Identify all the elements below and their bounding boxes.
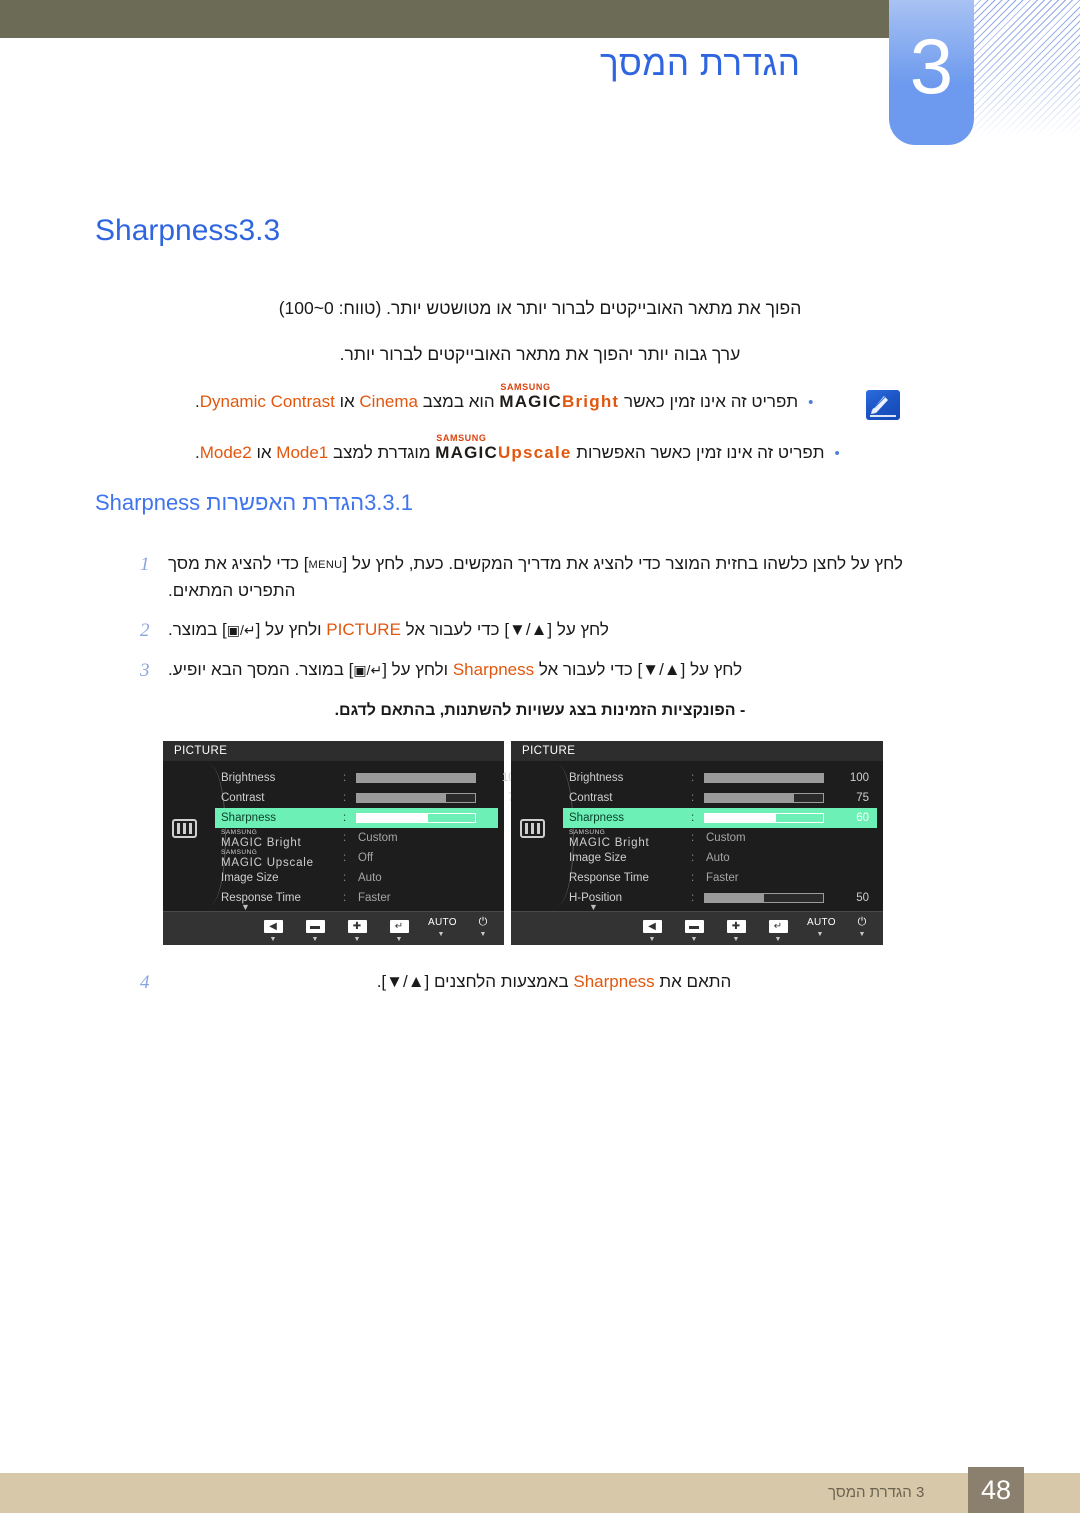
osd-right-body: Brightness : 100 Contrast : 75 Sharpness… (511, 761, 883, 912)
brightness-slider[interactable] (356, 773, 476, 783)
osd-row-image-size[interactable]: Image Size : Auto (215, 868, 498, 888)
step-4-number: 4 (140, 972, 150, 993)
bullet-2-text-mid: מוגדרת למצב (333, 443, 431, 462)
osd-left-rows: Brightness : 100 Contrast : 75 Sharpness… (215, 768, 521, 908)
bullet-dot-icon: • (834, 445, 840, 463)
bullet-2-text-before: תפריט זה אינו זמין כאשר האפשרות (576, 443, 825, 462)
subsection-heading: 3.3.1הגדרת האפשרות Sharpness (95, 490, 985, 516)
section-title: Sharpness (95, 214, 239, 247)
bullet-1-conj: או (339, 392, 355, 411)
header-color-bar (0, 0, 890, 38)
osd-back-button[interactable]: ◀ ▼ (260, 916, 286, 943)
bullet-dot-icon: • (808, 394, 814, 412)
osd-auto-button[interactable]: AUTO ▼ (428, 916, 457, 938)
osd-row-h-position[interactable]: H-Position : 50 (563, 888, 877, 908)
picture-menu-icon (172, 819, 197, 838)
bullet-2-value-1: Mode1 (276, 443, 329, 462)
subsection-number: 3.3.1 (364, 490, 413, 515)
osd-row-response-time[interactable]: Response Time : Faster (215, 888, 498, 908)
chapter-title: הגדרת המסך (600, 44, 801, 83)
section-heading: 3.3Sharpness (95, 214, 985, 248)
contrast-slider[interactable] (356, 793, 476, 803)
bullet-1-text-mid: הוא במצב (422, 392, 495, 411)
sharpness-slider[interactable] (356, 813, 476, 823)
bullet-1-value-1: Cinema (359, 392, 418, 411)
osd-left-title: PICTURE (163, 741, 504, 761)
description-paragraph-1: הפוך את מתאר האובייקטים לברור יותר או מט… (278, 298, 802, 318)
osd-screenshot-right: PICTURE Brightness : 100 Contrast : 75 S… (511, 741, 883, 945)
osd-row-contrast[interactable]: Contrast : 75 (215, 788, 521, 808)
section-number: 3.3 (238, 214, 281, 247)
sharpness-slider[interactable] (704, 813, 824, 823)
osd-left-button-bar: ◀ ▼ ▬ ▼ ✚ ▼ ↵ ▼ AUTO ▼ ⏻ ▼ (163, 911, 504, 945)
header-hatch-pattern (973, 0, 1080, 150)
osd-row-magic-upscale[interactable]: SAMSUNG MAGIC Upscale : Off (215, 848, 498, 869)
bullet-1-text-before: תפריט זה אינו זמין כאשר (624, 392, 799, 411)
note-bullet-1: • תפריט זה אינו זמין כאשר SAMSUNG MAGICBri… (195, 382, 940, 412)
osd-row-brightness[interactable]: Brightness : 100 (215, 768, 521, 788)
note-bullet-2: • תפריט זה אינו זמין כאשר האפשרות SAMSUNG… (195, 433, 940, 463)
osd-power-button[interactable]: ⏻ ▼ (849, 916, 875, 938)
osd-minus-button[interactable]: ▬ ▼ (302, 916, 328, 943)
subsection-title: הגדרת האפשרות Sharpness (95, 490, 365, 515)
footer-page-number: 48 (968, 1467, 1024, 1513)
description-paragraph-2: ערך גבוה יותר יהפוך את מתאר האובייקטים ל… (339, 344, 741, 364)
step-4-target: Sharpness (573, 972, 655, 991)
model-variation-note: - הפונקציות הזמינות בצג עשויות להשתנות, … (334, 702, 746, 719)
step-4: 4 התאם את Sharpness באמצעות הלחצנים [▲/▼… (140, 968, 940, 995)
samsung-magic-bright-logo: SAMSUNG MAGICBright (499, 382, 620, 412)
bullet-2-value-2: Mode2 (199, 443, 252, 462)
osd-row-magic-bright[interactable]: SAMSUNG MAGIC Bright : Custom (215, 828, 498, 849)
bullet-1-value-2: Dynamic Contrast (199, 392, 335, 411)
enter-glyph-icon: ▣/↵ (353, 662, 383, 678)
footer-chapter-label: 3 הגדרת המסך (828, 1484, 925, 1501)
step-1-number: 1 (140, 554, 150, 575)
osd-row-sharpness[interactable]: Sharpness : 60 (563, 808, 877, 828)
osd-left-body: Brightness : 100 Contrast : 75 Sharpness… (163, 761, 521, 912)
osd-enter-button[interactable]: ↵ ▼ (386, 916, 412, 943)
osd-row-contrast[interactable]: Contrast : 75 (563, 788, 877, 808)
samsung-magic-upscale-logo: SAMSUNG MAGICUpscale (435, 433, 572, 463)
chapter-number-tab: 3 (889, 0, 974, 145)
osd-plus-button[interactable]: ✚ ▼ (723, 916, 749, 943)
step-4-text: התאם את Sharpness באמצעות הלחצנים [▲/▼]. (376, 972, 732, 991)
osd-power-button[interactable]: ⏻ ▼ (470, 916, 496, 938)
osd-row-brightness[interactable]: Brightness : 100 (563, 768, 877, 788)
step-3: 3 לחץ על [▲/▼] כדי לעבור אל Sharpness ול… (140, 656, 940, 683)
osd-minus-button[interactable]: ▬ ▼ (681, 916, 707, 943)
osd-right-rows: Brightness : 100 Contrast : 75 Sharpness… (563, 768, 877, 908)
contrast-slider[interactable] (704, 793, 824, 803)
bullet-2-conj: או (256, 443, 272, 462)
osd-row-sharpness[interactable]: Sharpness : 60 (215, 808, 521, 828)
step-3-number: 3 (140, 660, 150, 681)
h-position-slider[interactable] (704, 893, 824, 903)
osd-plus-button[interactable]: ✚ ▼ (344, 916, 370, 943)
osd-right-button-bar: ◀ ▼ ▬ ▼ ✚ ▼ ↵ ▼ AUTO ▼ ⏻ ▼ (511, 911, 883, 945)
step-2-number: 2 (140, 620, 150, 641)
osd-right-title: PICTURE (511, 741, 883, 761)
osd-enter-button[interactable]: ↵ ▼ (765, 916, 791, 943)
step-2: 2 לחץ על [▲/▼] כדי לעבור אל PICTURE ולחץ… (140, 616, 940, 643)
step-3-text: לחץ על [▲/▼] כדי לעבור אל Sharpness ולחץ… (168, 656, 940, 683)
picture-menu-icon (520, 819, 545, 838)
osd-auto-button[interactable]: AUTO ▼ (807, 916, 836, 938)
step-1-text: לחץ על לחצן כלשהו בחזית המוצר כדי להציג … (168, 554, 903, 601)
step-1: 1 לחץ על לחצן כלשהו בחזית המוצר כדי להצי… (140, 550, 940, 604)
osd-back-button[interactable]: ◀ ▼ (639, 916, 665, 943)
step-3-target: Sharpness (452, 660, 535, 679)
menu-keycap: MENU (308, 559, 343, 571)
step-2-text: לחץ על [▲/▼] כדי לעבור אל PICTURE ולחץ ע… (168, 616, 940, 643)
osd-row-response-time[interactable]: Response Time : Faster (563, 868, 877, 888)
osd-row-magic-bright[interactable]: SAMSUNG MAGIC Bright : Custom (563, 828, 877, 849)
step-2-target: PICTURE (326, 620, 401, 639)
osd-row-image-size[interactable]: Image Size : Auto (563, 848, 877, 868)
osd-screenshot-left: PICTURE Brightness : 100 Contrast : 75 S… (163, 741, 521, 945)
enter-glyph-icon: ▣/↵ (226, 622, 256, 638)
brightness-slider[interactable] (704, 773, 824, 783)
